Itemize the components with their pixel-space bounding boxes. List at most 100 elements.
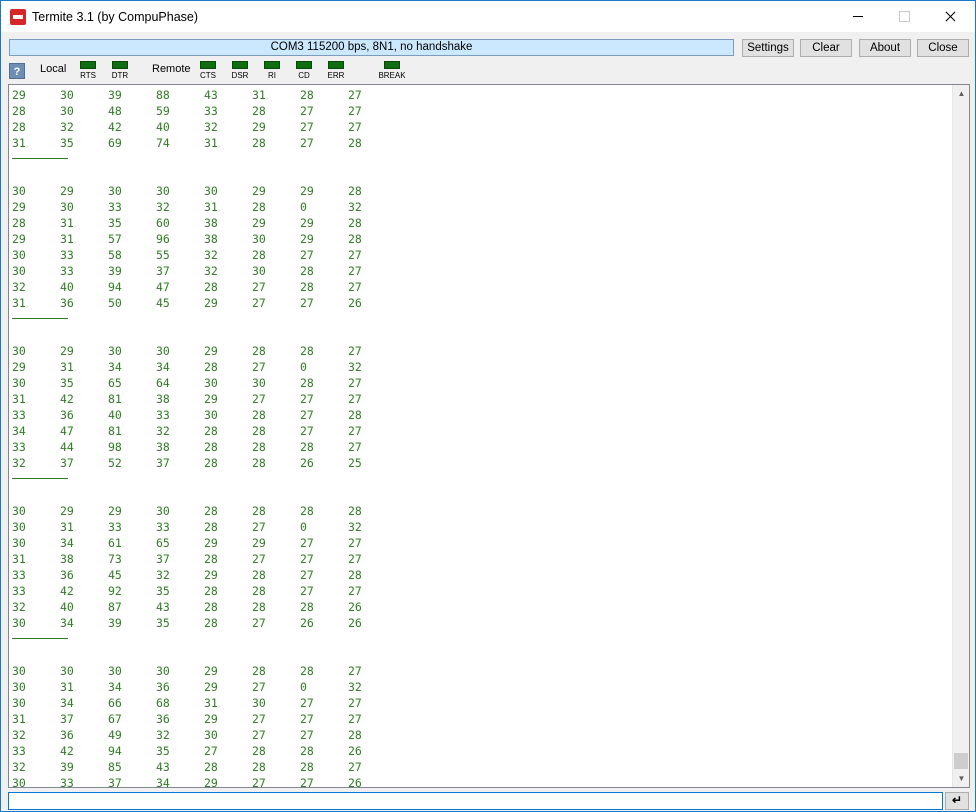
terminal-value: 30	[252, 232, 266, 246]
terminal-value: 27	[348, 664, 362, 678]
terminal-value: 42	[60, 744, 74, 758]
rts-led[interactable]	[80, 61, 96, 69]
terminal-value: 36	[60, 296, 74, 310]
terminal-value: 38	[60, 552, 74, 566]
cts-led	[200, 61, 216, 69]
scroll-up-icon[interactable]: ▲	[953, 85, 969, 102]
terminal-value: 28	[204, 616, 218, 630]
terminal-value: 28	[12, 120, 26, 134]
terminal-value: 30	[12, 680, 26, 694]
title-bar[interactable]: Termite 3.1 (by CompuPhase)	[1, 1, 975, 32]
terminal-value: 27	[348, 280, 362, 294]
terminal-value: 27	[300, 424, 314, 438]
terminal-value: 28	[300, 504, 314, 518]
terminal-value: 33	[60, 264, 74, 278]
vertical-scrollbar[interactable]: ▲ ▼	[952, 85, 969, 787]
terminal-value: 27	[204, 744, 218, 758]
terminal-value: 27	[348, 440, 362, 454]
terminal-value: 45	[156, 296, 170, 310]
minimize-button[interactable]	[835, 1, 881, 32]
terminal-value: 28	[12, 104, 26, 118]
terminal-value: 28	[252, 568, 266, 582]
maximize-button[interactable]	[881, 1, 927, 32]
cts-label: CTS	[200, 71, 216, 80]
terminal-value: 27	[252, 712, 266, 726]
terminal-value: 40	[156, 120, 170, 134]
terminal-value: 33	[12, 584, 26, 598]
help-icon[interactable]: ?	[9, 63, 25, 79]
terminal-value: 29	[204, 664, 218, 678]
terminal-value: 30	[204, 184, 218, 198]
terminal-value: 27	[252, 392, 266, 406]
terminal-value: 31	[60, 680, 74, 694]
settings-button[interactable]: Settings	[742, 39, 794, 57]
terminal-value: 74	[156, 136, 170, 150]
ri-led	[264, 61, 280, 69]
terminal-value: 31	[12, 136, 26, 150]
dtr-led[interactable]	[112, 61, 128, 69]
terminal-value: 29	[204, 392, 218, 406]
terminal-value: 28	[252, 104, 266, 118]
terminal-value: 32	[12, 728, 26, 742]
terminal-value: 42	[60, 392, 74, 406]
terminal-value: 29	[252, 536, 266, 550]
terminal-value: 28	[204, 440, 218, 454]
dtr-label: DTR	[111, 71, 129, 80]
scroll-down-icon[interactable]: ▼	[953, 770, 969, 787]
terminal-value: 73	[108, 552, 122, 566]
terminal-output[interactable]: 29 30 39 88 43 31 28 27 28 30 48 59 33 28 27 27 28 32 42 40…	[8, 84, 970, 788]
terminal-value: 37	[60, 456, 74, 470]
terminal-value: 30	[12, 696, 26, 710]
terminal-value: 34	[60, 616, 74, 630]
local-label: Local	[40, 63, 67, 75]
clear-button[interactable]: Clear	[800, 39, 852, 57]
terminal-value: 28	[252, 504, 266, 518]
terminal-value: 45	[108, 568, 122, 582]
terminal-value: 48	[108, 104, 122, 118]
terminal-value: 92	[108, 584, 122, 598]
terminal-value: 31	[12, 392, 26, 406]
terminal-value: 31	[12, 296, 26, 310]
terminal-value: 26	[348, 600, 362, 614]
terminal-value: 36	[60, 408, 74, 422]
terminal-value: 27	[300, 104, 314, 118]
terminal-value: 30	[12, 664, 26, 678]
terminal-value: 28	[204, 600, 218, 614]
terminal-value: 34	[60, 536, 74, 550]
terminal-value: 32	[348, 520, 362, 534]
close-window-button[interactable]	[927, 1, 973, 32]
terminal-value: 28	[348, 136, 362, 150]
terminal-value: 35	[156, 744, 170, 758]
terminal-value: 27	[348, 392, 362, 406]
send-icon[interactable]: ↵	[945, 792, 969, 810]
about-button[interactable]: About	[859, 39, 911, 57]
terminal-value: 28	[252, 600, 266, 614]
close-button[interactable]: Close	[917, 39, 969, 57]
terminal-value: 42	[108, 120, 122, 134]
terminal-value: 61	[108, 536, 122, 550]
terminal-value: 27	[300, 728, 314, 742]
terminal-value: 32	[12, 760, 26, 774]
break-led[interactable]	[384, 61, 400, 69]
terminal-value: 29	[204, 712, 218, 726]
connection-status[interactable]: COM3 115200 bps, 8N1, no handshake	[9, 39, 734, 56]
terminal-value: 27	[252, 776, 266, 788]
terminal-value: 32	[156, 424, 170, 438]
terminal-value: 26	[348, 296, 362, 310]
terminal-value: 27	[252, 552, 266, 566]
terminal-value: 58	[108, 248, 122, 262]
terminal-value: 96	[156, 232, 170, 246]
terminal-value: 32	[156, 200, 170, 214]
terminal-value: 50	[108, 296, 122, 310]
terminal-value: 32	[348, 360, 362, 374]
terminal-value: 29	[204, 776, 218, 788]
terminal-value: 30	[12, 504, 26, 518]
terminal-value: 98	[108, 440, 122, 454]
terminal-value: 87	[108, 600, 122, 614]
terminal-value: 27	[300, 712, 314, 726]
command-input[interactable]	[8, 792, 943, 810]
scroll-thumb[interactable]	[954, 753, 968, 769]
terminal-value: 33	[204, 104, 218, 118]
terminal-value: 0	[300, 200, 307, 214]
terminal-value: 30	[156, 504, 170, 518]
